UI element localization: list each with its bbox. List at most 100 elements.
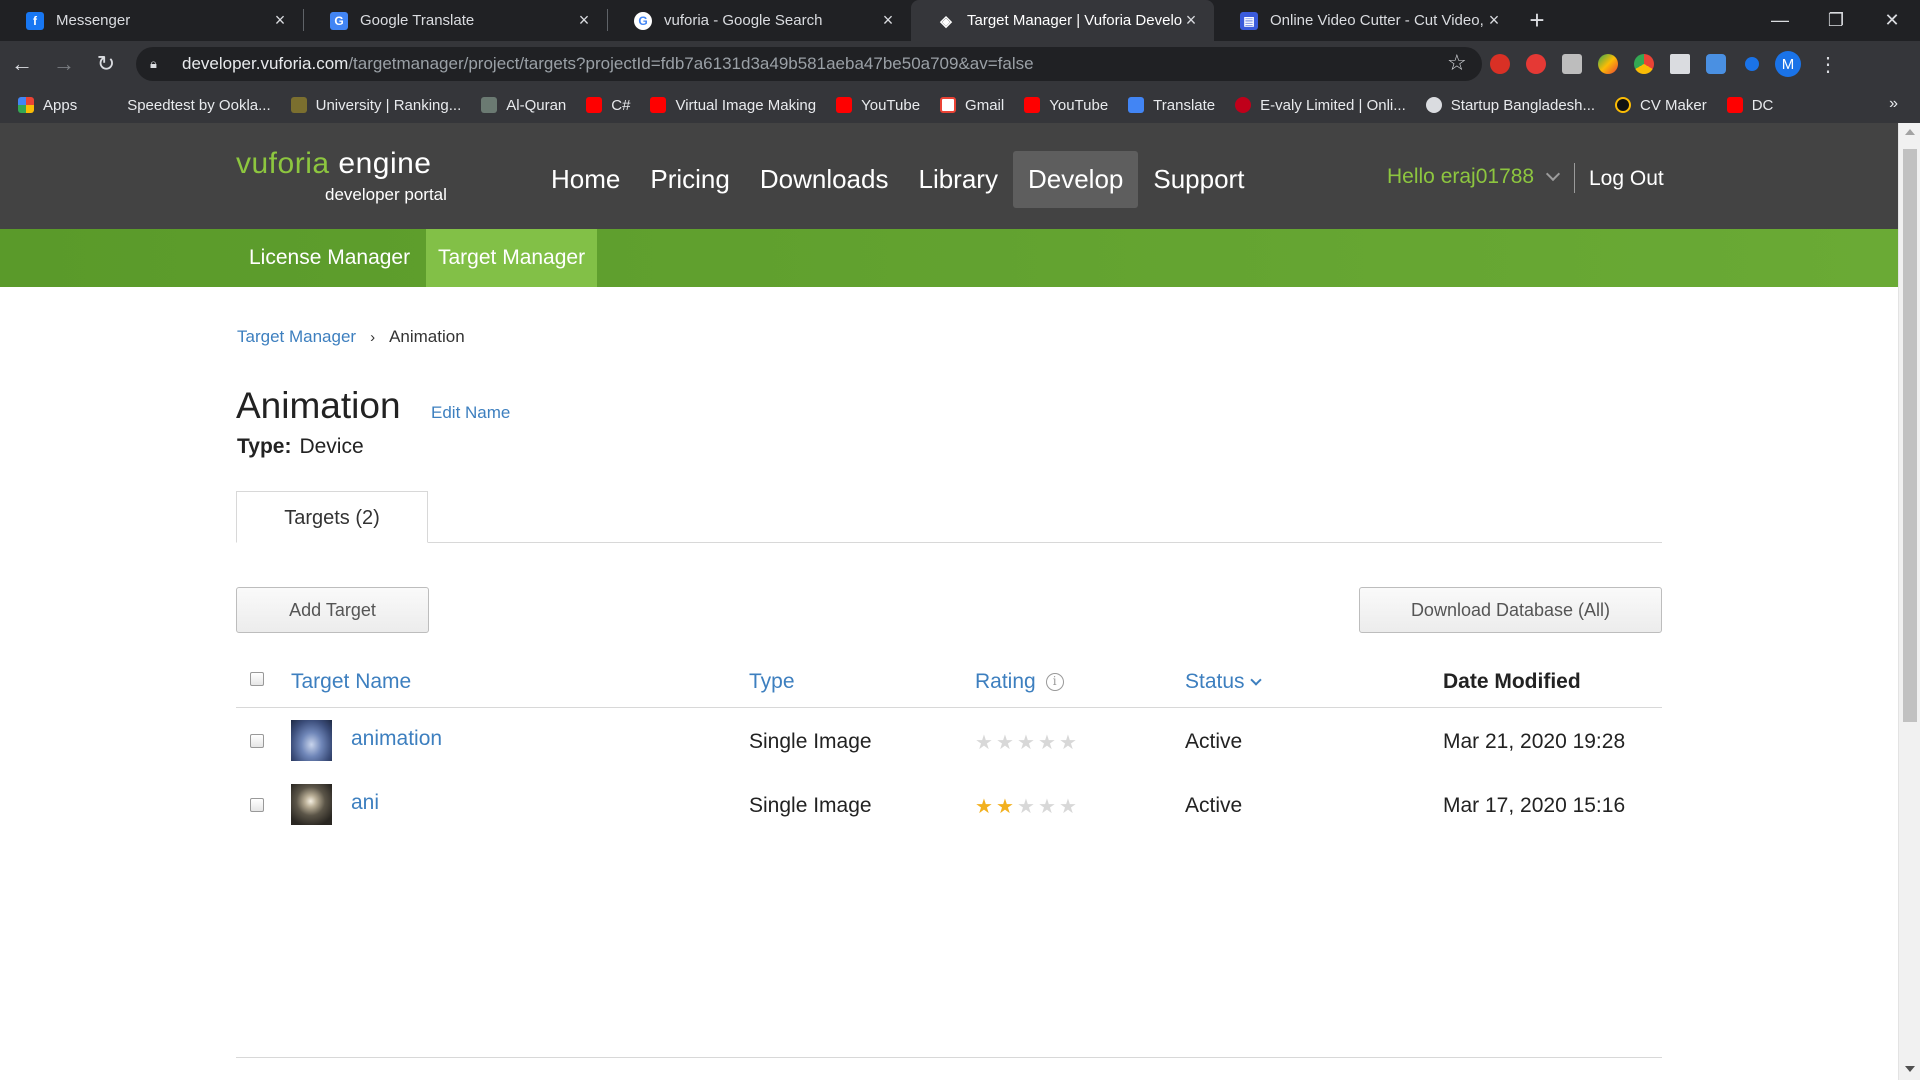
extension-color-icon[interactable] <box>1590 46 1626 82</box>
sort-chevron-down-icon <box>1249 673 1262 686</box>
bookmark-label: Gmail <box>965 96 1005 114</box>
extension-print-icon[interactable] <box>1554 46 1590 82</box>
header-label: Type <box>749 670 795 693</box>
browser-menu-icon[interactable]: ⋮ <box>1808 44 1848 84</box>
user-menu[interactable]: Hello eraj01788 <box>1387 165 1561 189</box>
rating-stars: ★ ★ ★ ★ ★ <box>975 796 1080 816</box>
scrollbar-thumb[interactable] <box>1903 149 1917 722</box>
row-checkbox[interactable] <box>250 734 264 748</box>
close-icon[interactable]: × <box>575 10 593 31</box>
bookmark-startup-bangladesh[interactable]: Startup Bangladesh... <box>1425 97 1595 114</box>
subnav-target-manager[interactable]: Target Manager <box>426 229 598 287</box>
window-controls: — ❐ ✕ <box>1752 0 1920 41</box>
minimize-icon[interactable]: — <box>1752 0 1808 41</box>
header-label: Rating <box>975 670 1036 693</box>
bookmark-al-quran[interactable]: Al-Quran <box>481 97 566 114</box>
facebook-icon: f <box>26 11 44 30</box>
column-header-rating[interactable]: Rating i <box>975 670 1064 694</box>
extension-chrome-icon[interactable] <box>1626 46 1662 82</box>
browser-tab-google-translate[interactable]: G Google Translate × <box>304 0 607 41</box>
vuforia-logo[interactable]: vuforia engine developer portal <box>236 147 447 205</box>
bookmarks-overflow-icon[interactable]: » <box>1889 95 1898 113</box>
bookmark-cv-maker[interactable]: CV Maker <box>1615 97 1707 114</box>
vuforia-icon: ◈ <box>940 12 952 30</box>
bookmark-speedtest[interactable]: Speedtest by Ookla... <box>127 97 270 114</box>
extension-search-icon[interactable] <box>1734 46 1770 82</box>
extension-docs-icon[interactable] <box>1662 46 1698 82</box>
select-all-checkbox[interactable] <box>250 672 264 686</box>
tab-divider-line <box>236 542 1662 543</box>
new-tab-plus-icon[interactable]: + <box>1517 0 1557 41</box>
forward-arrow-icon[interactable]: → <box>44 44 84 84</box>
nav-support[interactable]: Support <box>1138 151 1259 208</box>
scroll-up-arrow-icon[interactable] <box>1905 129 1915 135</box>
close-icon[interactable]: × <box>879 10 897 31</box>
target-thumbnail[interactable] <box>291 784 332 825</box>
nav-develop[interactable]: Develop <box>1012 151 1139 208</box>
browser-tab-video-cutter[interactable]: ▤ Online Video Cutter - Cut Video, × <box>1214 0 1517 41</box>
extension-adblock-icon[interactable] <box>1518 46 1554 82</box>
bookmark-translate[interactable]: Translate <box>1128 97 1215 114</box>
edit-name-link[interactable]: Edit Name <box>431 403 510 423</box>
info-icon[interactable]: i <box>1045 673 1064 691</box>
bookmark-evaly[interactable]: E-valy Limited | Onli... <box>1235 97 1406 114</box>
back-arrow-icon[interactable]: ← <box>2 44 42 84</box>
chevron-down-icon <box>1546 166 1561 182</box>
tab-targets[interactable]: Targets (2) <box>236 491 428 543</box>
close-icon[interactable]: × <box>271 10 289 31</box>
star-icon: ★ <box>1038 730 1056 754</box>
browser-tab-target-manager[interactable]: ◈ Target Manager | Vuforia Develop × <box>911 0 1214 41</box>
add-target-button[interactable]: Add Target <box>236 587 429 633</box>
extension-screen-icon[interactable] <box>1698 46 1734 82</box>
target-name-link[interactable]: animation <box>351 727 442 751</box>
address-bar[interactable]: 🔒︎ developer.vuforia.com /targetmanager/… <box>136 47 1482 81</box>
window-close-icon[interactable]: ✕ <box>1864 0 1920 41</box>
profile-avatar[interactable]: M <box>1770 46 1806 82</box>
evaly-icon <box>1235 97 1252 113</box>
breadcrumb: Target Manager › Animation <box>237 327 465 347</box>
column-header-status[interactable]: Status <box>1185 670 1262 694</box>
logo-brand-vuforia: vuforia <box>236 147 330 180</box>
target-thumbnail[interactable] <box>291 720 332 761</box>
bookmark-star-icon[interactable]: ☆ <box>1447 53 1468 75</box>
browser-tab-messenger[interactable]: f Messenger × <box>0 0 303 41</box>
page-content: vuforia engine developer portal Home Pri… <box>0 123 1898 1080</box>
bookmark-label: University | Ranking... <box>315 96 462 114</box>
bookmark-apps[interactable]: Apps <box>18 97 77 114</box>
bookmark-university[interactable]: University | Ranking... <box>290 96 462 114</box>
subnav-license-manager[interactable]: License Manager <box>237 229 422 287</box>
close-icon[interactable]: × <box>1485 10 1503 31</box>
column-header-type[interactable]: Type <box>749 670 795 694</box>
extension-yab-icon[interactable] <box>1482 46 1518 82</box>
bookmark-virtual-image[interactable]: Virtual Image Making <box>650 97 816 114</box>
scroll-down-arrow-icon[interactable] <box>1905 1066 1915 1072</box>
user-greeting: Hello eraj01788 <box>1387 165 1535 188</box>
bookmark-csharp[interactable]: C# <box>586 97 630 114</box>
download-database-button[interactable]: Download Database (All) <box>1359 587 1662 633</box>
nav-divider <box>1574 163 1575 193</box>
bookmark-label: Apps <box>43 96 78 114</box>
restore-icon[interactable]: ❐ <box>1808 0 1864 41</box>
target-name-link[interactable]: ani <box>351 791 379 815</box>
page-scrollbar[interactable] <box>1898 123 1920 1080</box>
browser-tab-google-search[interactable]: G vuforia - Google Search × <box>608 0 911 41</box>
bookmark-dc[interactable]: DC <box>1726 97 1773 114</box>
close-icon[interactable]: × <box>1182 10 1200 31</box>
logout-link[interactable]: Log Out <box>1589 167 1664 191</box>
nav-home[interactable]: Home <box>536 151 635 208</box>
reload-icon[interactable]: ↻ <box>86 44 126 84</box>
column-header-target-name[interactable]: Target Name <box>291 670 411 694</box>
bookmark-youtube[interactable]: YouTube <box>836 97 920 114</box>
nav-library[interactable]: Library <box>903 151 1012 208</box>
nav-downloads[interactable]: Downloads <box>745 151 904 208</box>
bookmark-youtube-2[interactable]: YouTube <box>1024 97 1108 114</box>
nav-pricing[interactable]: Pricing <box>635 151 744 208</box>
bookmark-gmail[interactable]: Gmail <box>940 97 1004 114</box>
gmail-icon <box>940 97 957 113</box>
header-label: Date Modified <box>1443 670 1581 693</box>
breadcrumb-target-manager[interactable]: Target Manager <box>237 327 356 347</box>
row-checkbox[interactable] <box>250 798 264 812</box>
translate-icon <box>1128 97 1145 113</box>
column-header-date-modified[interactable]: Date Modified <box>1443 670 1581 694</box>
bookmark-label: E-valy Limited | Onli... <box>1260 96 1406 114</box>
